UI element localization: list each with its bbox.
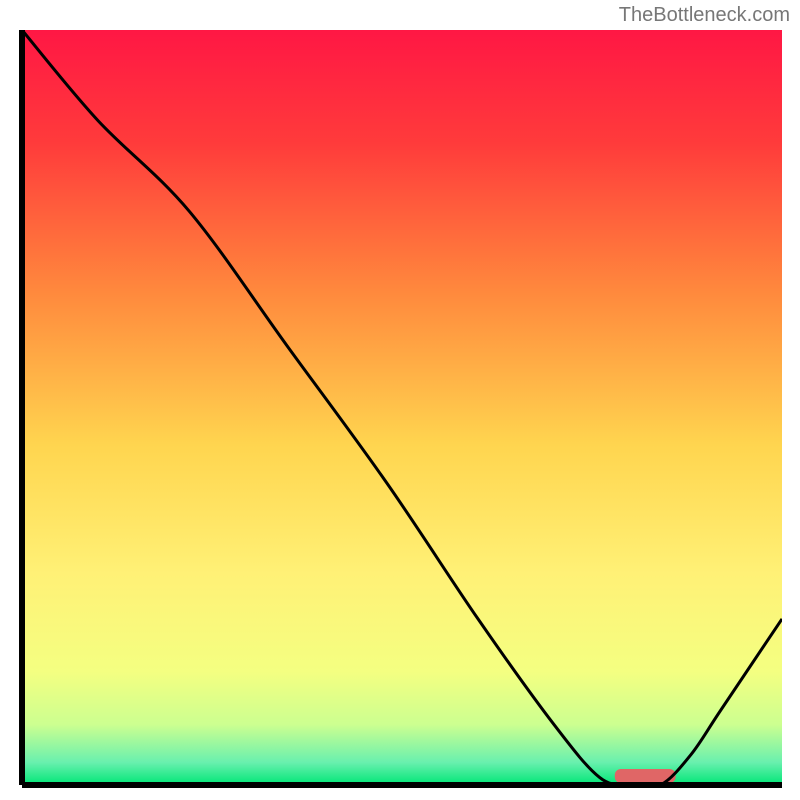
watermark-text: TheBottleneck.com [619, 4, 790, 27]
chart-container: TheBottleneck.com [0, 0, 800, 800]
gradient-background [22, 30, 782, 785]
plot-area [22, 30, 782, 788]
bottleneck-chart [0, 0, 800, 800]
